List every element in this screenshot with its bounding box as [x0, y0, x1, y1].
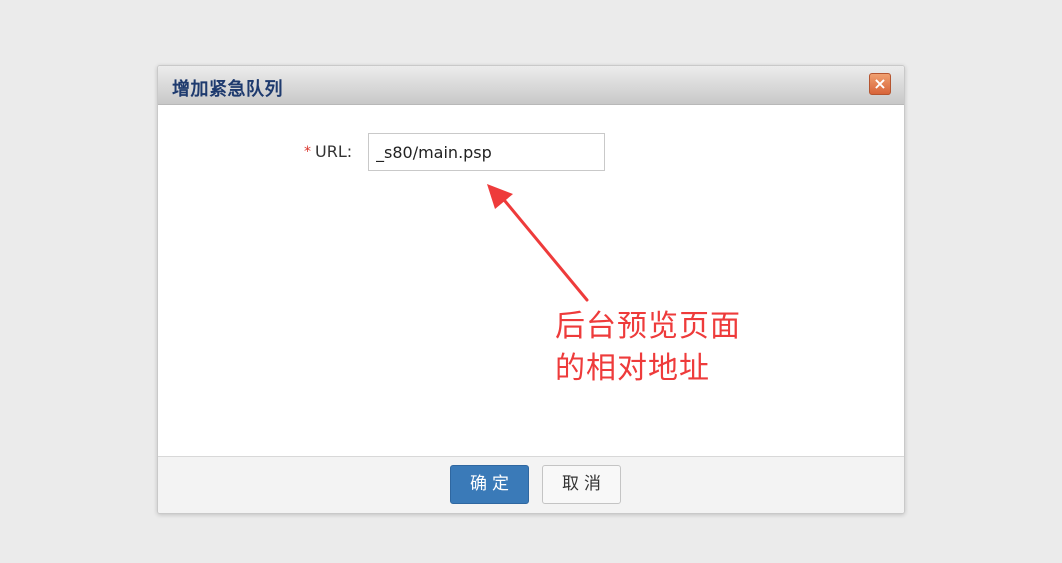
annotation-line-1: 后台预览页面	[555, 309, 741, 344]
add-emergency-queue-dialog: 增加紧急队列 × * URL: 后台预览页面 的相对地址 确定 取消	[157, 65, 905, 514]
annotation-arrow-shaft	[498, 193, 589, 302]
annotation-line-2: 的相对地址	[555, 351, 710, 386]
annotation-text: 后台预览页面 的相对地址	[555, 306, 741, 390]
annotation-arrow	[487, 184, 589, 302]
cancel-button[interactable]: 取消	[542, 465, 621, 504]
confirm-button[interactable]: 确定	[450, 465, 529, 504]
dialog-footer: 确定 取消	[158, 456, 904, 513]
